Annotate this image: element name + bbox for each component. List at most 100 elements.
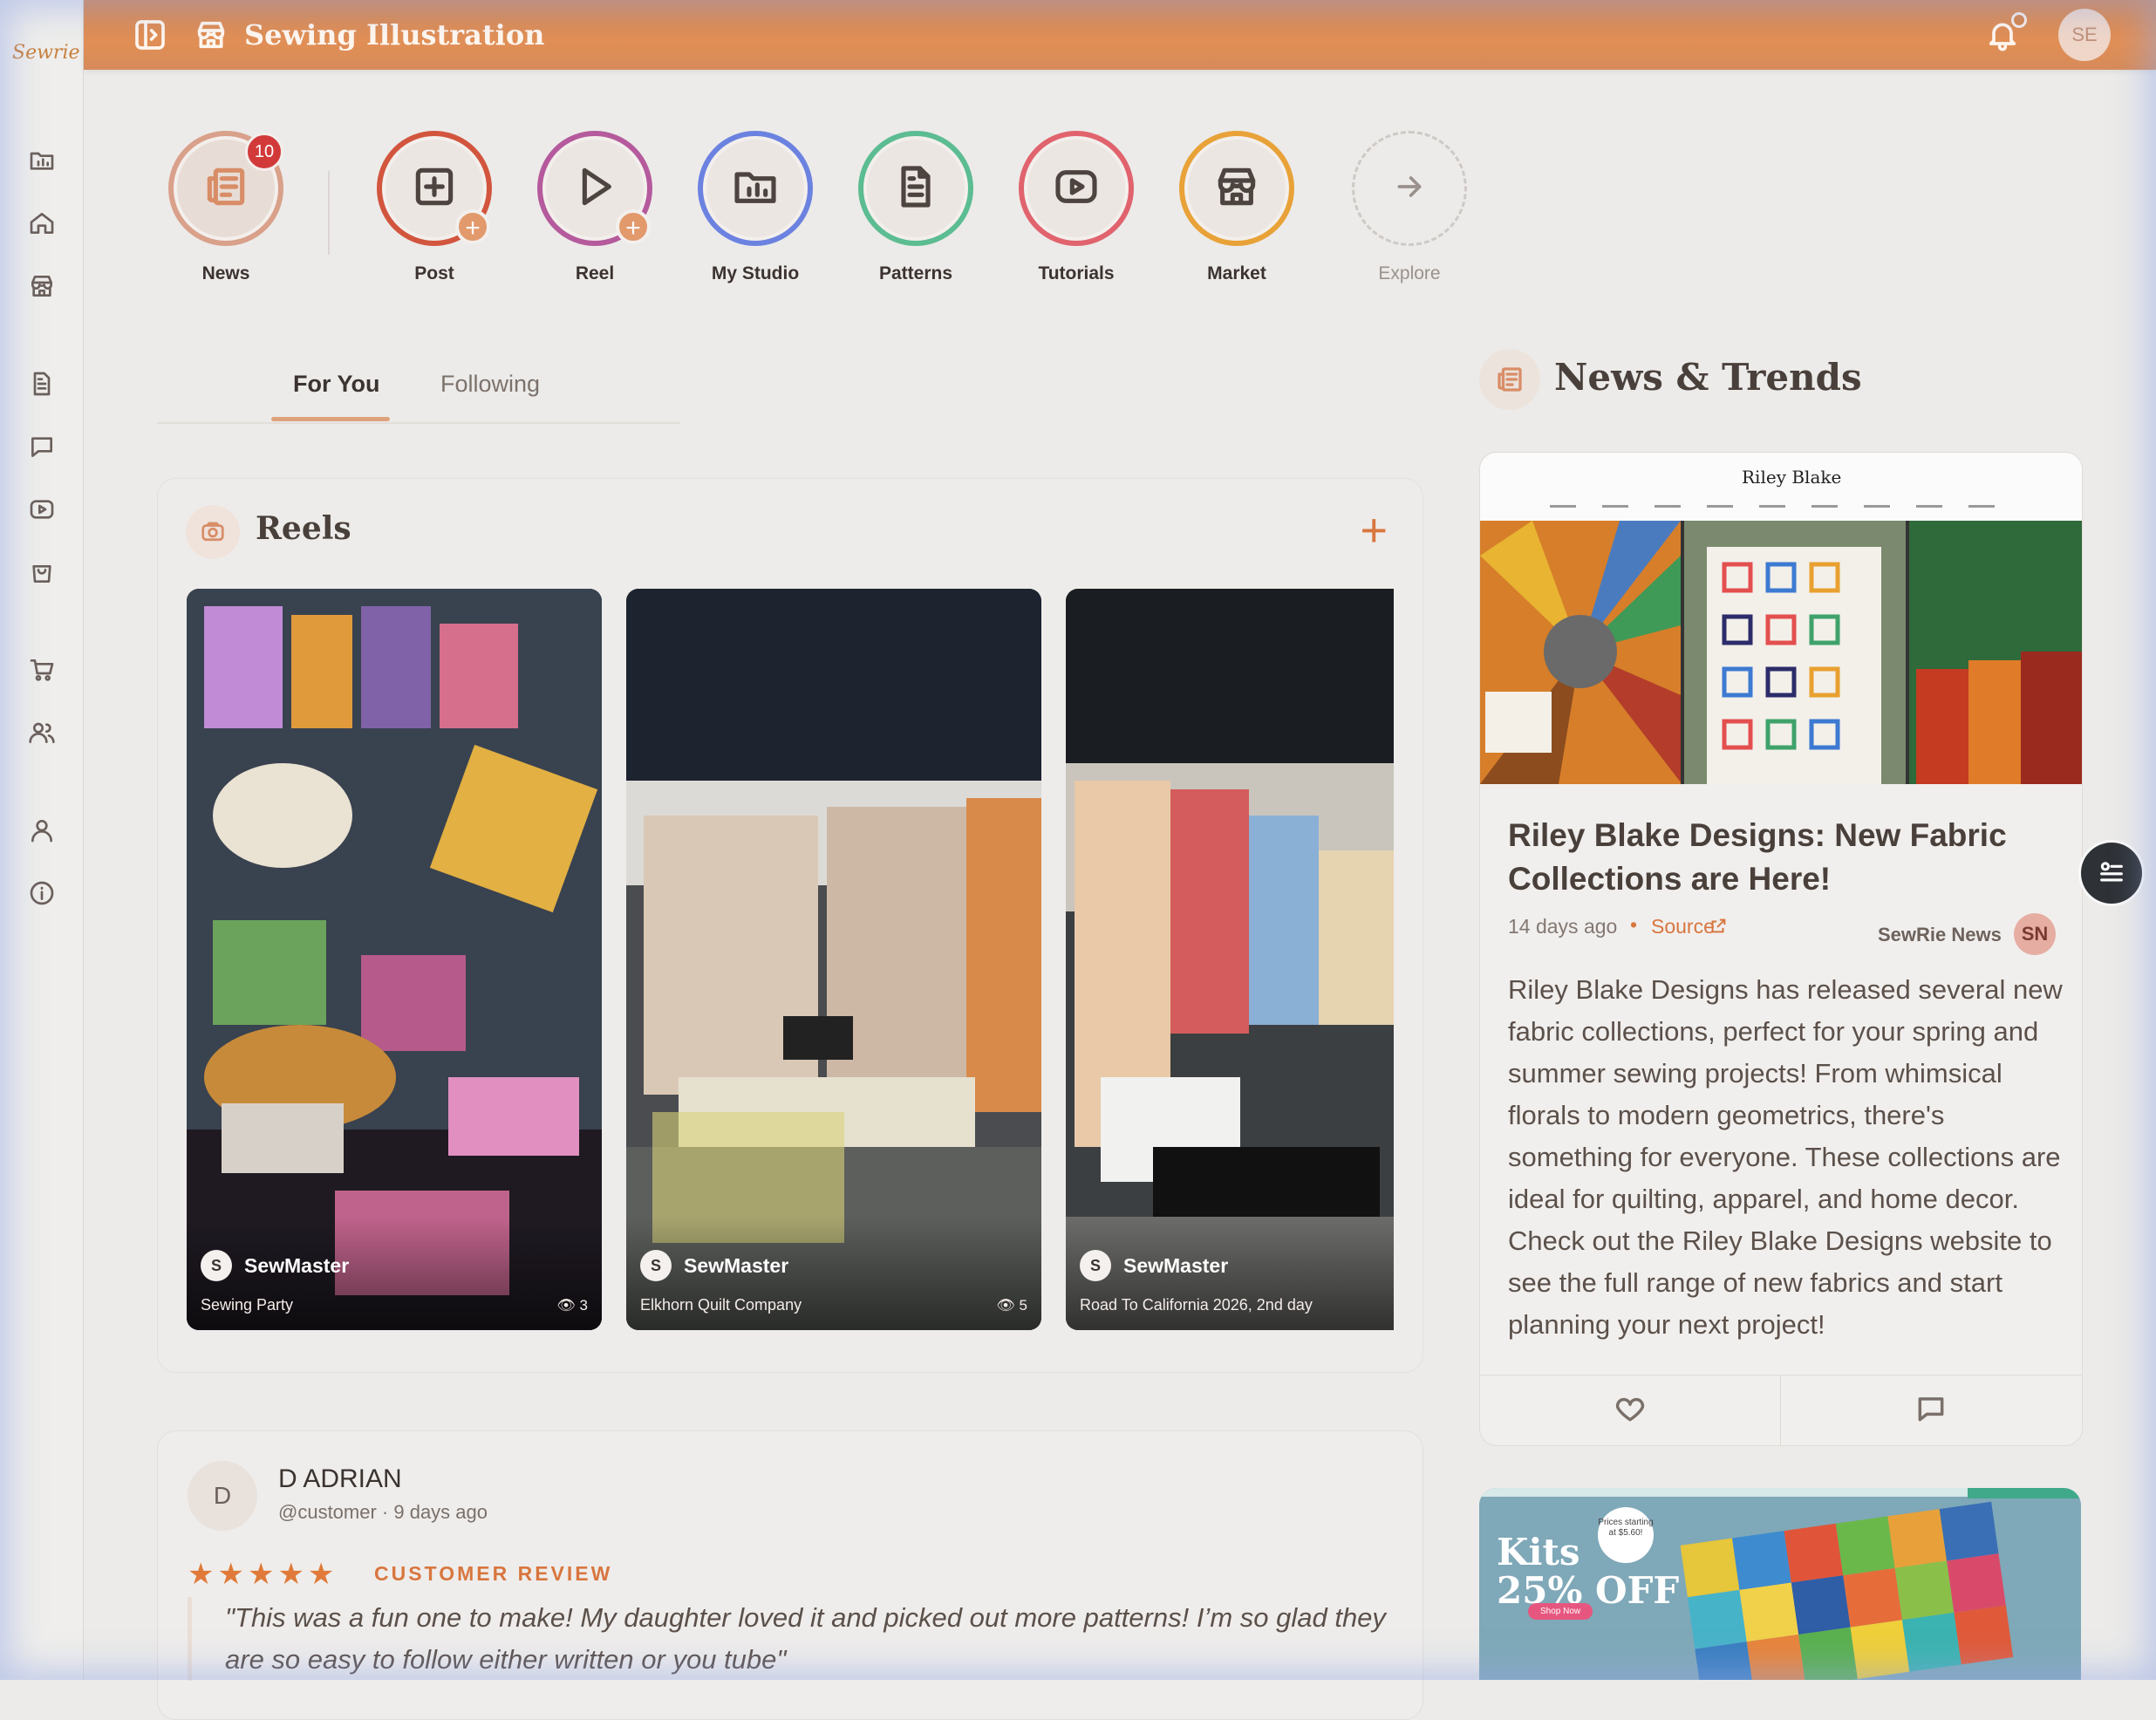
story-tutorials[interactable]: Tutorials	[1011, 131, 1142, 284]
store-icon	[192, 16, 230, 54]
news-image-header: Riley Blake	[1480, 453, 2082, 521]
user-icon[interactable]	[24, 813, 59, 848]
avatar[interactable]: D	[188, 1461, 257, 1531]
story-ring	[1019, 131, 1134, 246]
story-ring: +	[537, 131, 652, 246]
info-icon[interactable]	[24, 876, 59, 911]
site-nav	[1550, 505, 2012, 508]
home-icon[interactable]	[24, 206, 59, 241]
news-card[interactable]: Riley Blake Riley Blake Designs: New Fab…	[1479, 452, 2083, 1446]
arrow-right-icon	[1392, 169, 1427, 208]
story-label: Market	[1207, 263, 1266, 283]
add-icon: +	[455, 209, 490, 244]
promo-headline: Kits 25% OFF	[1497, 1531, 1680, 1612]
reel-author[interactable]: SewMaster	[684, 1254, 788, 1278]
filter-list-icon	[2097, 857, 2126, 891]
reel-card[interactable]: S SewMaster Elkhorn Quilt Company 👁 5	[626, 589, 1041, 1330]
rating-stars: ★★★★★	[188, 1558, 338, 1591]
news-image	[1480, 521, 2082, 784]
feed-tabs: For You Following	[157, 349, 680, 424]
reel-card[interactable]: S SewMaster Road To California 2026, 2nd…	[1066, 589, 1394, 1330]
review-post: D D ADRIAN @customer · 9 days ago ★★★★★ …	[157, 1430, 1423, 1720]
document-icon	[891, 162, 940, 215]
external-link-icon[interactable]	[1709, 917, 1728, 940]
users-icon[interactable]	[24, 715, 59, 750]
store-icon[interactable]	[24, 269, 59, 304]
story-label: News	[201, 263, 250, 283]
reel-caption: Sewing Party	[201, 1296, 294, 1314]
promo-banner[interactable]: Prices starting at $5.60! Kits 25% OFF Sh…	[1479, 1488, 2081, 1680]
app-logo[interactable]: Sewrie	[12, 31, 80, 75]
story-label: Explore	[1378, 263, 1441, 283]
top-bar: Sewing Illustration SE	[84, 0, 2156, 70]
reel-author[interactable]: SewMaster	[244, 1254, 349, 1278]
camera-icon	[186, 505, 240, 559]
news-byline: SewRie News	[1878, 924, 2002, 945]
sidebar-toggle-icon[interactable]	[131, 16, 169, 54]
story-label: Reel	[575, 263, 615, 283]
document-icon[interactable]	[24, 366, 59, 401]
add-icon: +	[616, 209, 651, 244]
publisher-avatar[interactable]: SN	[2014, 913, 2056, 955]
post-author[interactable]: D ADRIAN	[278, 1464, 402, 1494]
like-button[interactable]	[1480, 1375, 1780, 1445]
chat-icon[interactable]	[24, 429, 59, 464]
bag-icon[interactable]	[24, 555, 59, 590]
story-patterns[interactable]: Patterns	[850, 131, 981, 284]
notification-dot	[2011, 12, 2027, 28]
notification-badge: 10	[245, 133, 283, 171]
plus-square-icon	[410, 162, 459, 215]
active-tab-indicator	[271, 417, 390, 421]
reel-caption: Elkhorn Quilt Company	[640, 1296, 802, 1314]
dashboard-icon[interactable]	[24, 143, 59, 178]
news-body: Riley Blake Designs has released several…	[1508, 974, 2063, 1340]
reel-views: 👁 3	[556, 1297, 588, 1314]
reel-author-avatar: S	[1080, 1250, 1111, 1281]
comment-button[interactable]	[1781, 1375, 2081, 1445]
tab-following[interactable]: Following	[440, 366, 540, 401]
user-avatar[interactable]: SE	[2058, 9, 2111, 61]
story-label: Post	[414, 263, 454, 283]
story-label: Patterns	[878, 263, 953, 283]
post-meta: @customer · 9 days ago	[278, 1501, 488, 1523]
eye-icon: 👁	[556, 1297, 576, 1314]
filter-menu-button[interactable]	[2081, 843, 2142, 904]
story-divider	[328, 171, 330, 255]
story-ring	[1352, 131, 1467, 246]
reel-caption: Road To California 2026, 2nd day	[1080, 1296, 1313, 1314]
review-quote: "This was a fun one to make! My daughter…	[188, 1597, 1429, 1681]
story-label: Tutorials	[1038, 263, 1115, 283]
reel-author[interactable]: SewMaster	[1123, 1254, 1228, 1278]
newspaper-icon	[201, 162, 250, 215]
newspaper-icon	[1479, 349, 1540, 410]
story-news[interactable]: 10 News	[160, 131, 291, 284]
story-ring: 10	[168, 131, 283, 246]
story-reel[interactable]: + Reel	[529, 131, 660, 284]
reel-author-avatar: S	[201, 1250, 232, 1281]
tab-for-you[interactable]: For You	[293, 366, 380, 401]
folder-chart-icon	[731, 162, 780, 215]
reels-section: Reels + S SewMaster Sewing Party 👁 3 S S…	[157, 478, 1423, 1373]
page-title: Sewing Illustration	[244, 18, 545, 51]
comment-icon	[1914, 1392, 1948, 1430]
news-date: 14 days ago	[1508, 915, 1618, 938]
story-market[interactable]: Market	[1171, 131, 1302, 284]
cart-icon[interactable]	[24, 652, 59, 687]
add-reel-button[interactable]: +	[1360, 507, 1388, 554]
story-my-studio[interactable]: My Studio	[690, 131, 821, 284]
source-link[interactable]: Source	[1651, 915, 1715, 938]
news-headline[interactable]: Riley Blake Designs: New Fabric Collecti…	[1508, 814, 2066, 901]
eye-icon: 👁	[996, 1297, 1015, 1314]
news-section-title: News & Trends	[1554, 356, 1862, 399]
video-icon[interactable]	[24, 492, 59, 527]
heart-icon	[1614, 1392, 1647, 1430]
story-explore[interactable]: Explore	[1344, 131, 1475, 284]
store-icon	[1212, 162, 1261, 215]
story-label: My Studio	[711, 263, 800, 283]
story-ring	[1179, 131, 1294, 246]
news-actions	[1480, 1375, 2082, 1445]
story-post[interactable]: + Post	[369, 131, 500, 284]
shop-now-button[interactable]: Shop Now	[1528, 1603, 1593, 1620]
reel-card[interactable]: S SewMaster Sewing Party 👁 3	[187, 589, 602, 1330]
reel-views: 👁 5	[996, 1297, 1027, 1314]
